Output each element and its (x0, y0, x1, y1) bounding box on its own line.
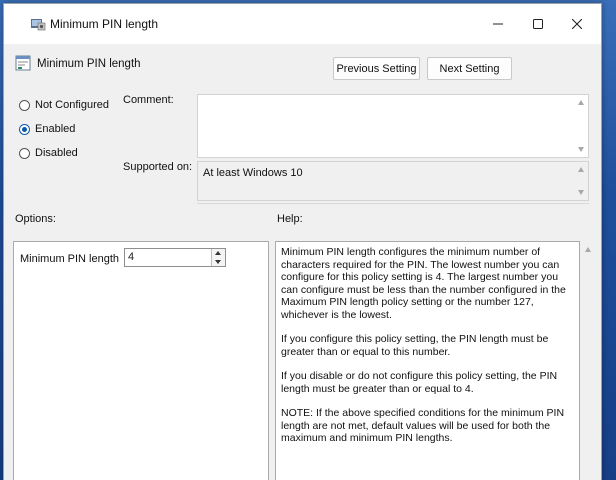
radio-label: Disabled (35, 147, 78, 159)
scroll-down-icon[interactable] (578, 147, 584, 152)
next-setting-button[interactable]: Next Setting (427, 57, 512, 80)
help-scrollbar[interactable] (581, 241, 595, 480)
options-label: Options: (15, 213, 56, 225)
title-bar[interactable]: Minimum PIN length (4, 4, 601, 44)
help-text: Minimum PIN length configures the minimu… (281, 246, 575, 457)
policy-setting-icon (15, 55, 31, 71)
min-pin-length-value[interactable]: 4 (128, 251, 134, 263)
supported-on-label: Supported on: (123, 161, 193, 173)
stepper-buttons[interactable] (211, 249, 225, 266)
supported-on-field: At least Windows 10 (197, 161, 589, 201)
policy-editor-icon (30, 17, 46, 31)
policy-dialog: Minimum PIN length Minimum PIN length Pr… (3, 3, 602, 480)
supported-on-value: At least Windows 10 (203, 167, 303, 179)
help-label: Help: (277, 213, 303, 225)
radio-not-configured[interactable]: Not Configured (19, 99, 109, 111)
radio-disabled[interactable]: Disabled (19, 147, 78, 159)
window-title: Minimum PIN length (50, 17, 159, 31)
radio-circle[interactable] (19, 147, 30, 159)
help-paragraph: If you disable or do not configure this … (281, 370, 558, 395)
increment-icon[interactable] (215, 251, 221, 255)
comment-label: Comment: (123, 94, 174, 106)
scroll-up-icon[interactable] (578, 100, 584, 105)
help-paragraph: NOTE: If the above specified conditions … (281, 407, 565, 444)
min-pin-length-label: Minimum PIN length (20, 253, 120, 265)
divider (197, 203, 589, 204)
radio-circle[interactable] (19, 123, 30, 135)
scroll-up-icon[interactable] (585, 247, 591, 252)
previous-setting-button[interactable]: Previous Setting (333, 57, 420, 80)
scroll-down-icon[interactable] (578, 190, 584, 195)
help-panel: Minimum PIN length configures the minimu… (275, 241, 580, 480)
radio-label: Enabled (35, 123, 76, 135)
help-paragraph: If you configure this policy setting, th… (281, 333, 549, 358)
radio-circle[interactable] (19, 99, 30, 111)
help-paragraph: Minimum PIN length configures the minimu… (281, 246, 566, 321)
radio-label: Not Configured (35, 99, 109, 111)
setting-title: Minimum PIN length (37, 58, 141, 70)
radio-enabled[interactable]: Enabled (19, 123, 75, 135)
decrement-icon[interactable] (215, 260, 221, 264)
min-pin-length-stepper[interactable]: 4 (124, 248, 226, 267)
supported-scrollbar[interactable] (574, 162, 588, 200)
comment-scrollbar[interactable] (574, 95, 588, 157)
close-icon[interactable] (554, 4, 600, 44)
scroll-up-icon[interactable] (578, 167, 584, 172)
comment-textarea[interactable] (197, 94, 589, 158)
options-panel: Minimum PIN length 4 (13, 241, 269, 480)
